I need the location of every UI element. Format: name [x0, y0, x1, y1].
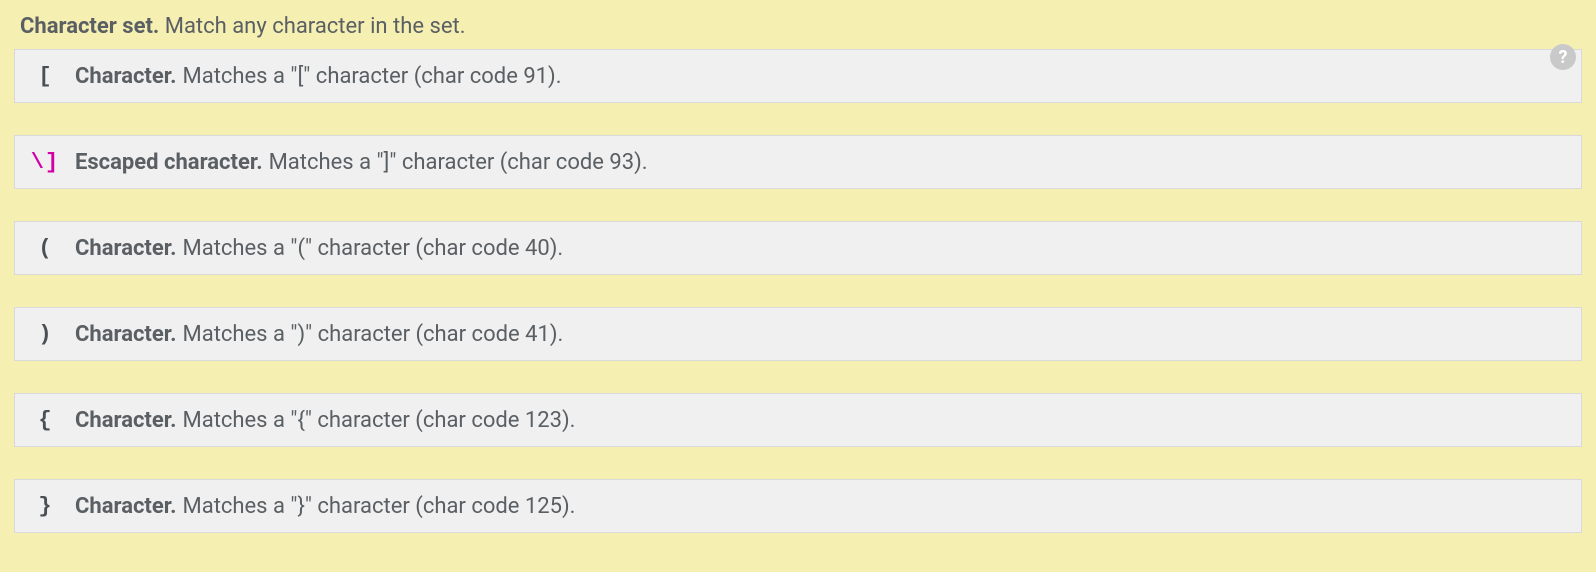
help-icon[interactable]: ? — [1550, 44, 1576, 70]
token-glyph: ( — [15, 236, 75, 261]
header-title: Character set. — [20, 14, 159, 39]
token-label: Character. — [75, 64, 177, 89]
header-description: Match any character in the set. — [165, 14, 466, 39]
token-glyph: ) — [15, 322, 75, 347]
character-row[interactable]: { Character. Matches a "{" character (ch… — [14, 393, 1582, 447]
token-glyph: \] — [15, 150, 75, 175]
token-glyph: [ — [15, 64, 75, 89]
token-label: Character. — [75, 494, 177, 519]
character-row[interactable]: } Character. Matches a "}" character (ch… — [14, 479, 1582, 533]
panel-header: Character set. Match any character in th… — [0, 0, 1596, 49]
character-rows: [ Character. Matches a "[" character (ch… — [0, 49, 1596, 533]
token-description: Matches a "[" character (char code 91). — [183, 64, 562, 89]
character-row[interactable]: \] Escaped character. Matches a "]" char… — [14, 135, 1582, 189]
token-glyph: { — [15, 408, 75, 433]
character-row[interactable]: ( Character. Matches a "(" character (ch… — [14, 221, 1582, 275]
token-description: Matches a "{" character (char code 123). — [183, 408, 576, 433]
token-glyph: } — [15, 494, 75, 519]
token-description: Matches a "}" character (char code 125). — [183, 494, 576, 519]
token-description: Matches a "(" character (char code 40). — [183, 236, 564, 261]
token-description: Matches a ")" character (char code 41). — [183, 322, 564, 347]
token-label: Escaped character. — [75, 150, 263, 175]
token-label: Character. — [75, 322, 177, 347]
token-description: Matches a "]" character (char code 93). — [269, 150, 648, 175]
character-row[interactable]: ) Character. Matches a ")" character (ch… — [14, 307, 1582, 361]
token-label: Character. — [75, 236, 177, 261]
character-row[interactable]: [ Character. Matches a "[" character (ch… — [14, 49, 1582, 103]
token-label: Character. — [75, 408, 177, 433]
